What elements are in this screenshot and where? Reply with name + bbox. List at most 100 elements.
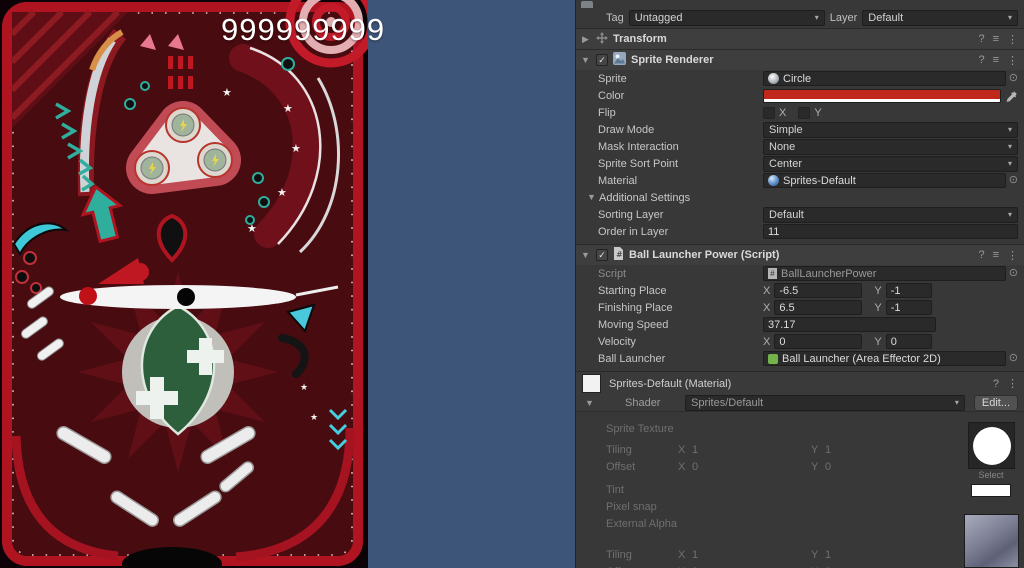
menu-icon[interactable]: ⋮: [1007, 54, 1018, 67]
help-icon[interactable]: ?: [978, 33, 984, 45]
help-icon[interactable]: ?: [978, 249, 984, 261]
object-picker-icon[interactable]: ⊙: [1009, 73, 1018, 84]
shader-label: Shader: [625, 397, 661, 409]
starting-place-x-input[interactable]: -6.5: [774, 283, 863, 298]
object-picker-icon[interactable]: ⊙: [1009, 175, 1018, 186]
velocity-x-input[interactable]: 0: [774, 334, 863, 349]
texture-select-button[interactable]: Select: [970, 470, 1012, 480]
tiling-x-value: 1: [692, 443, 699, 456]
flip-label: Flip: [598, 106, 616, 119]
game-view[interactable]: ★ ★ ★ ★ ★ ★ ★ 999999999: [0, 0, 575, 568]
foldout-open-icon[interactable]: ▼: [580, 55, 591, 65]
eyedropper-icon[interactable]: [1006, 90, 1018, 102]
tag-label: Tag: [606, 12, 624, 24]
tint-label: Tint: [606, 483, 624, 496]
velocity-y-input[interactable]: 0: [885, 334, 932, 349]
menu-icon[interactable]: ⋮: [1007, 377, 1018, 390]
menu-icon[interactable]: ⋮: [1007, 33, 1018, 46]
script-enabled-checkbox[interactable]: ✓: [596, 249, 608, 261]
gameobject-icon: [581, 1, 593, 8]
external-alpha-texture-preview[interactable]: [964, 514, 1019, 568]
script-value: BallLauncherPower: [781, 267, 877, 280]
flip-y-checkbox[interactable]: [798, 106, 811, 119]
finishing-place-row: Finishing Place X 6.5 Y -1: [576, 299, 1024, 316]
foldout-closed-icon[interactable]: ▶: [580, 34, 591, 44]
layer-value: Default: [868, 12, 904, 24]
tag-dropdown[interactable]: Untagged ▾: [628, 10, 825, 26]
circle-texture-thumbnail: [972, 426, 1011, 465]
finishing-place-y-input[interactable]: -1: [885, 300, 932, 315]
y-axis-label: Y: [874, 301, 882, 314]
foldout-open-icon[interactable]: ▼: [584, 398, 595, 408]
shader-edit-button[interactable]: Edit...: [973, 395, 1018, 411]
help-icon[interactable]: ?: [993, 378, 999, 390]
tiling-label: Tiling: [606, 548, 632, 561]
material-label: Material: [598, 174, 638, 187]
tiling-x-value: 1: [692, 548, 699, 561]
score-display: 999999999: [221, 12, 386, 47]
svg-text:★: ★: [291, 142, 301, 155]
svg-text:★: ★: [277, 186, 287, 199]
ball-launcher-object-field[interactable]: Ball Launcher (Area Effector 2D): [763, 351, 1006, 366]
additional-settings-label: Additional Settings: [599, 191, 691, 204]
material-preview-swatch[interactable]: [582, 374, 601, 393]
starting-place-row: Starting Place X -6.5 Y -1: [576, 282, 1024, 299]
color-field[interactable]: [763, 88, 1001, 103]
alpha-bar: [764, 98, 1000, 102]
draw-mode-dropdown[interactable]: Simple ▾: [763, 121, 1018, 138]
finishing-place-x-input[interactable]: 6.5: [774, 300, 863, 315]
flip-x-checkbox[interactable]: [763, 106, 775, 119]
sprite-sort-point-value: Center: [769, 157, 803, 170]
object-picker-icon[interactable]: ⊙: [1009, 268, 1018, 279]
draw-mode-value: Simple: [769, 123, 803, 136]
preset-icon[interactable]: ≡: [993, 54, 999, 66]
foldout-open-icon: ▼: [587, 192, 596, 202]
mask-interaction-value: None: [769, 140, 796, 153]
circle-sprite-icon: [768, 73, 779, 84]
tint-color-swatch[interactable]: [971, 484, 1011, 497]
offset-row-2: Offset X0 Y0: [576, 563, 1024, 568]
help-icon[interactable]: ?: [978, 54, 984, 66]
sprite-texture-row: Sprite Texture: [576, 420, 1024, 437]
inspector-top-strip: [576, 0, 1024, 8]
starting-place-label: Starting Place: [598, 284, 667, 297]
transform-icon: [596, 31, 608, 47]
moving-speed-input[interactable]: 37.17: [763, 317, 936, 332]
velocity-row: Velocity X 0 Y 0: [576, 333, 1024, 350]
sprite-texture-preview[interactable]: [968, 422, 1015, 469]
material-header[interactable]: Sprites-Default (Material) ? ⋮: [576, 371, 1024, 395]
tag-layer-row: Tag Untagged ▾ Layer Default ▾: [576, 8, 1024, 28]
mask-interaction-dropdown[interactable]: None ▾: [763, 138, 1018, 155]
transform-header[interactable]: ▶ Transform ? ≡ ⋮: [576, 28, 1024, 49]
material-value: Sprites-Default: [783, 174, 856, 187]
object-picker-icon[interactable]: ⊙: [1009, 353, 1018, 364]
ball-launcher-power-title: Ball Launcher Power (Script): [629, 249, 780, 261]
menu-icon[interactable]: ⋮: [1007, 249, 1018, 262]
shader-value: Sprites/Default: [691, 397, 764, 409]
material-object-field[interactable]: Sprites-Default: [763, 173, 1006, 188]
sprite-object-field[interactable]: Circle: [763, 71, 1006, 86]
order-in-layer-input[interactable]: 11: [763, 224, 1018, 239]
color-label: Color: [598, 89, 625, 102]
preset-icon[interactable]: ≡: [993, 33, 999, 45]
starting-place-y-input[interactable]: -1: [885, 283, 932, 298]
tint-row: Tint: [576, 481, 1024, 498]
sprite-renderer-header[interactable]: ▼ ✓ Sprite Renderer ? ≡ ⋮: [576, 49, 1024, 70]
foldout-open-icon[interactable]: ▼: [580, 250, 591, 260]
chevron-down-icon: ▾: [1007, 141, 1012, 151]
sprite-sort-point-dropdown[interactable]: Center ▾: [763, 155, 1018, 172]
additional-settings-foldout[interactable]: ▼ Additional Settings: [576, 189, 1024, 206]
preset-icon[interactable]: ≡: [993, 249, 999, 261]
material-row: Material Sprites-Default ⊙: [576, 172, 1024, 189]
svg-text:#: #: [616, 250, 623, 259]
ball-launcher-value: Ball Launcher (Area Effector 2D): [782, 352, 941, 365]
sorting-layer-dropdown[interactable]: Default ▾: [763, 206, 1018, 223]
external-alpha-row: External Alpha: [576, 515, 1024, 532]
layer-dropdown[interactable]: Default ▾: [862, 10, 1018, 26]
sprite-renderer-enabled-checkbox[interactable]: ✓: [596, 54, 608, 66]
chevron-down-icon: ▾: [1007, 13, 1012, 22]
shader-dropdown[interactable]: Sprites/Default ▾: [685, 395, 965, 411]
ball-launcher-power-header[interactable]: ▼ ✓ # Ball Launcher Power (Script) ? ≡ ⋮: [576, 244, 1024, 265]
moving-speed-label: Moving Speed: [598, 318, 669, 331]
pixel-snap-label: Pixel snap: [606, 500, 657, 513]
